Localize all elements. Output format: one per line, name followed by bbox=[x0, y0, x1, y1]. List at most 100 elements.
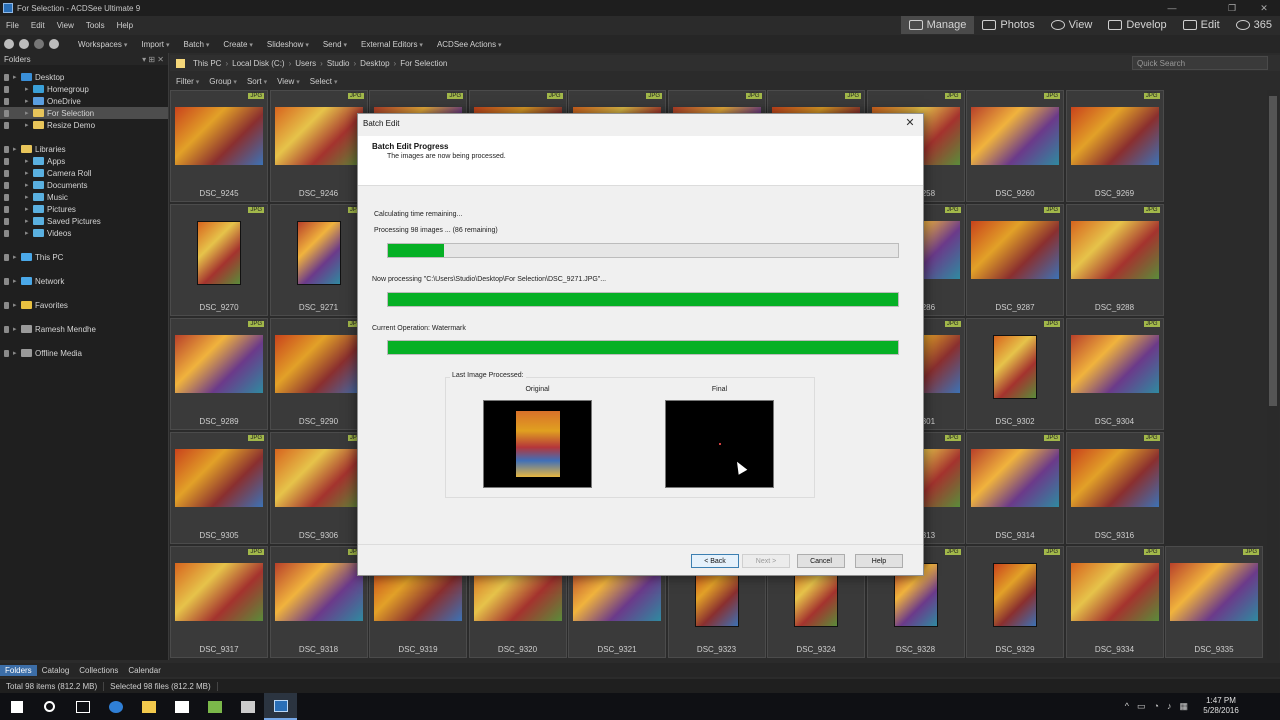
dialog-close-icon[interactable]: ✕ bbox=[903, 116, 917, 130]
menu-edit[interactable]: Edit bbox=[31, 21, 45, 30]
menu-file[interactable]: File bbox=[6, 21, 19, 30]
pin-icon[interactable] bbox=[4, 277, 9, 285]
pin-icon[interactable] bbox=[4, 73, 9, 81]
breadcrumb-desktop[interactable]: Desktop bbox=[360, 59, 389, 68]
pin-icon[interactable] bbox=[4, 169, 9, 177]
folder-tree-item[interactable]: ▸ OneDrive bbox=[0, 95, 168, 107]
expand-arrow-icon[interactable]: ▸ bbox=[25, 217, 33, 225]
back-button[interactable]: < Back bbox=[691, 554, 739, 568]
tab-calendar[interactable]: Calendar bbox=[123, 665, 165, 676]
menu-tools[interactable]: Tools bbox=[86, 21, 105, 30]
thumbnail-cell[interactable]: JPG DSC_9260 bbox=[966, 90, 1064, 202]
expand-arrow-icon[interactable]: ▸ bbox=[25, 97, 33, 105]
home-icon[interactable] bbox=[49, 39, 59, 49]
task-view-icon[interactable] bbox=[66, 693, 99, 720]
mode-view[interactable]: View bbox=[1043, 16, 1101, 34]
keyboard-icon[interactable]: ▦ bbox=[1179, 701, 1188, 712]
acdsee-taskbar-icon[interactable] bbox=[264, 693, 297, 720]
tray-arrow-icon[interactable]: ^ bbox=[1125, 701, 1129, 712]
mode-photos[interactable]: Photos bbox=[974, 16, 1042, 34]
pin-icon[interactable] bbox=[4, 349, 9, 357]
battery-icon[interactable]: ▭ bbox=[1137, 701, 1146, 712]
pin-icon[interactable] bbox=[4, 301, 9, 309]
mode-365[interactable]: 365 bbox=[1228, 16, 1280, 34]
pin-icon[interactable] bbox=[4, 253, 9, 261]
thumbnail-cell[interactable]: JPG DSC_9334 bbox=[1065, 546, 1164, 658]
thumbnail-cell[interactable]: JPG DSC_9271 bbox=[269, 204, 368, 316]
thumbnail-cell[interactable]: JPG DSC_9306 bbox=[269, 432, 368, 544]
thumbnail-cell[interactable]: JPG DSC_9317 bbox=[170, 546, 268, 658]
back-icon[interactable] bbox=[19, 39, 29, 49]
pin-icon[interactable] bbox=[4, 145, 9, 153]
pin-icon[interactable] bbox=[4, 325, 9, 333]
mode-edit[interactable]: Edit bbox=[1175, 16, 1228, 34]
menu-view[interactable]: View bbox=[57, 21, 74, 30]
next-button[interactable]: Next > bbox=[742, 554, 790, 568]
filter-menu[interactable]: Filter bbox=[176, 77, 199, 86]
toolbar-create[interactable]: Create bbox=[223, 40, 252, 49]
thumbnail-cell[interactable]: JPG DSC_9287 bbox=[966, 204, 1064, 316]
app-icon[interactable] bbox=[198, 693, 231, 720]
close-icon[interactable]: ✕ bbox=[1252, 0, 1276, 16]
thumbnail-cell[interactable]: JPG DSC_9305 bbox=[170, 432, 268, 544]
expand-arrow-icon[interactable]: ▸ bbox=[25, 181, 33, 189]
expand-arrow-icon[interactable]: ▸ bbox=[25, 205, 33, 213]
volume-icon[interactable]: ♪ bbox=[1167, 701, 1172, 712]
expand-arrow-icon[interactable]: ▸ bbox=[13, 277, 21, 285]
view-menu[interactable]: View bbox=[277, 77, 300, 86]
file-explorer-icon[interactable] bbox=[132, 693, 165, 720]
toolbar-workspaces[interactable]: Workspaces bbox=[78, 40, 127, 49]
thumbnail-cell[interactable]: JPG DSC_9289 bbox=[170, 318, 268, 430]
thumbnail-cell[interactable]: JPG DSC_9318 bbox=[269, 546, 368, 658]
folder-tree-item[interactable]: ▸ Favorites bbox=[0, 299, 168, 311]
pin-icon[interactable] bbox=[4, 217, 9, 225]
folder-tree-item[interactable]: ▸ Offline Media bbox=[0, 347, 168, 359]
forward-icon[interactable] bbox=[34, 39, 44, 49]
expand-arrow-icon[interactable]: ▸ bbox=[25, 85, 33, 93]
mode-develop[interactable]: Develop bbox=[1100, 16, 1174, 34]
network-icon[interactable]: ◔ bbox=[1154, 701, 1159, 712]
expand-arrow-icon[interactable]: ▸ bbox=[13, 73, 21, 81]
thumbnail-cell[interactable]: JPG DSC_9304 bbox=[1065, 318, 1164, 430]
breadcrumb-local-disk[interactable]: Local Disk (C:) bbox=[232, 59, 284, 68]
menu-help[interactable]: Help bbox=[117, 21, 133, 30]
folder-tree-item[interactable]: ▸ For Selection bbox=[0, 107, 168, 119]
expand-arrow-icon[interactable]: ▸ bbox=[13, 145, 21, 153]
pin-icon[interactable] bbox=[4, 181, 9, 189]
pin-icon[interactable] bbox=[4, 205, 9, 213]
folder-tree-item[interactable]: ▸ This PC bbox=[0, 251, 168, 263]
maximize-icon[interactable]: ❐ bbox=[1220, 0, 1244, 16]
expand-arrow-icon[interactable]: ▸ bbox=[13, 349, 21, 357]
minimize-icon[interactable]: — bbox=[1160, 0, 1184, 16]
scrollbar-thumb[interactable] bbox=[1269, 96, 1277, 406]
pin-icon[interactable] bbox=[4, 85, 9, 93]
toolbar-slideshow[interactable]: Slideshow bbox=[267, 40, 309, 49]
help-button[interactable]: Help bbox=[855, 554, 903, 568]
toolbar-send[interactable]: Send bbox=[323, 40, 347, 49]
expand-arrow-icon[interactable]: ▸ bbox=[25, 193, 33, 201]
grid-scrollbar[interactable] bbox=[1267, 90, 1279, 660]
cortana-icon[interactable] bbox=[33, 693, 66, 720]
monitor-icon[interactable] bbox=[231, 693, 264, 720]
expand-arrow-icon[interactable]: ▸ bbox=[25, 157, 33, 165]
group-menu[interactable]: Group bbox=[209, 77, 237, 86]
thumbnail-cell[interactable]: JPG DSC_9290 bbox=[269, 318, 368, 430]
toolbar-import[interactable]: Import bbox=[141, 40, 169, 49]
thumbnail-cell[interactable]: JPG DSC_9314 bbox=[966, 432, 1064, 544]
folder-tree-item[interactable]: ▸ Saved Pictures bbox=[0, 215, 168, 227]
toolbar-acdsee-actions[interactable]: ACDSee Actions bbox=[437, 40, 502, 49]
taskbar-clock[interactable]: 1:47 PM 5/28/2016 bbox=[1196, 696, 1246, 716]
folder-tree-item[interactable]: ▸ Music bbox=[0, 191, 168, 203]
folder-tree-item[interactable]: ▸ Network bbox=[0, 275, 168, 287]
expand-arrow-icon[interactable]: ▸ bbox=[13, 325, 21, 333]
thumbnail-cell[interactable]: JPG DSC_9270 bbox=[170, 204, 268, 316]
expand-arrow-icon[interactable]: ▸ bbox=[13, 301, 21, 309]
expand-arrow-icon[interactable]: ▸ bbox=[25, 169, 33, 177]
store-icon[interactable] bbox=[165, 693, 198, 720]
folder-tree-item[interactable]: ▸ Ramesh Mendhe bbox=[0, 323, 168, 335]
thumbnail-cell[interactable]: JPG DSC_9316 bbox=[1065, 432, 1164, 544]
sort-menu[interactable]: Sort bbox=[247, 77, 267, 86]
folder-tree-item[interactable]: ▸ Videos bbox=[0, 227, 168, 239]
cancel-button[interactable]: Cancel bbox=[797, 554, 845, 568]
thumbnail-cell[interactable]: JPG DSC_9269 bbox=[1065, 90, 1164, 202]
